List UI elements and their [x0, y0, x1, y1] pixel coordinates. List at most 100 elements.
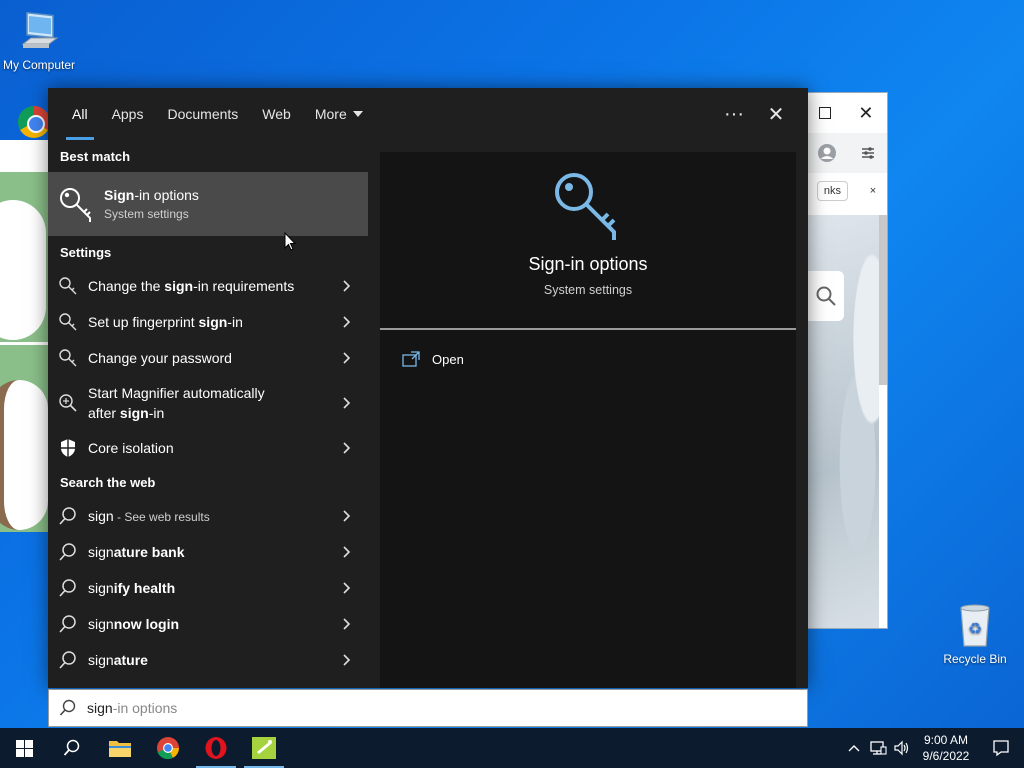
opera-button[interactable]: [192, 728, 240, 768]
svg-text:♻: ♻: [968, 619, 982, 638]
chevron-right-icon: [343, 442, 351, 454]
tab-all[interactable]: All: [60, 88, 100, 140]
chevron-right-icon: [343, 510, 351, 522]
network-icon: [870, 741, 887, 755]
search-autocomplete: -in options: [112, 700, 178, 716]
web-result-signnow-login[interactable]: signnow login: [48, 606, 368, 642]
search-web-heading: Search the web: [60, 474, 156, 490]
folder-icon: [109, 741, 131, 757]
web-result-signature[interactable]: signature: [48, 642, 368, 678]
customize-icon[interactable]: [860, 145, 876, 161]
network-button[interactable]: [866, 728, 890, 768]
close-icon: ✕: [767, 103, 785, 126]
volume-button[interactable]: [890, 728, 914, 768]
action-center-button[interactable]: [978, 728, 1024, 768]
opera-icon: [205, 737, 227, 759]
windows-icon: [15, 739, 33, 757]
key-icon: [60, 188, 91, 222]
key-icon: [59, 313, 77, 331]
results-list: Best match Sign-in options System settin…: [48, 140, 368, 688]
speaker-icon: [894, 740, 909, 756]
tab-documents[interactable]: Documents: [155, 88, 250, 140]
computer-icon: [21, 12, 59, 48]
chrome-button[interactable]: [144, 728, 192, 768]
magnifier-icon: [59, 394, 77, 412]
search-icon: [63, 739, 80, 756]
chevron-right-icon: [343, 280, 351, 292]
page-search-box[interactable]: [808, 271, 844, 321]
best-match-subtitle: System settings: [104, 207, 189, 221]
maximize-icon[interactable]: [819, 107, 832, 119]
background-art: [0, 380, 48, 530]
chevron-up-icon: [848, 745, 860, 752]
background-browser-window[interactable]: ✕ nks ×: [805, 92, 888, 629]
clock-time: 9:00 AM: [923, 733, 969, 747]
chrome-icon: [157, 737, 179, 760]
search-icon: [59, 507, 76, 525]
open-icon: [402, 351, 420, 367]
key-icon: [59, 277, 77, 295]
file-explorer-button[interactable]: [96, 728, 144, 768]
taskbar: 9:00 AM 9/6/2022: [0, 728, 1024, 768]
chevron-down-icon: [352, 111, 363, 117]
start-button[interactable]: [0, 728, 48, 768]
app-icon: [252, 737, 276, 759]
system-tray: 9:00 AM 9/6/2022: [842, 728, 1024, 768]
close-tab-icon[interactable]: ×: [870, 185, 876, 197]
app-button[interactable]: [240, 728, 288, 768]
windows-search-panel: All Apps Documents Web More ··· ✕ Best m…: [48, 88, 808, 688]
web-result-signify-health[interactable]: signify health: [48, 570, 368, 606]
best-match-item[interactable]: Sign-in options System settings: [48, 172, 368, 236]
profile-icon[interactable]: [817, 143, 837, 163]
key-icon: [555, 173, 616, 240]
recycle-bin-label: Recycle Bin: [943, 652, 1007, 666]
chevron-right-icon: [343, 654, 351, 666]
show-hidden-icons-button[interactable]: [842, 728, 866, 768]
desktop-icon-my-computer[interactable]: My Computer: [0, 10, 84, 72]
web-result-sign[interactable]: sign - See web results: [48, 498, 368, 534]
desktop-icon-recycle-bin[interactable]: ♻ Recycle Bin: [930, 604, 1020, 666]
preview-title: Sign-in options: [528, 254, 648, 274]
clock[interactable]: 9:00 AM 9/6/2022: [914, 732, 978, 764]
key-icon: [59, 349, 77, 367]
settings-item-start-magnifier[interactable]: Start Magnifier automatically after sign-…: [48, 376, 368, 430]
settings-item-change-sign-in-requirements[interactable]: Change the sign-in requirements: [48, 268, 368, 304]
search-input[interactable]: sign -in options: [48, 689, 808, 727]
settings-heading: Settings: [60, 244, 112, 260]
clock-date: 9/6/2022: [922, 749, 970, 763]
taskbar-search-button[interactable]: [48, 728, 96, 768]
bookmark-tab[interactable]: nks: [816, 181, 848, 201]
background-app-window[interactable]: [0, 106, 50, 532]
search-icon: [59, 579, 76, 597]
tab-more[interactable]: More: [303, 88, 375, 140]
web-result-signature-bank[interactable]: signature bank: [48, 534, 368, 570]
settings-item-fingerprint-sign-in[interactable]: Set up fingerprint sign-in: [48, 304, 368, 340]
search-icon: [816, 286, 836, 306]
chevron-right-icon: [343, 397, 351, 409]
open-label: Open: [432, 351, 464, 367]
best-match-heading: Best match: [60, 148, 131, 164]
tab-apps[interactable]: Apps: [100, 88, 156, 140]
search-icon: [59, 699, 76, 716]
chrome-icon: [18, 106, 50, 138]
scrollbar[interactable]: [879, 215, 887, 385]
tab-web[interactable]: Web: [250, 88, 303, 140]
search-icon: [59, 651, 76, 669]
search-tabs: All Apps Documents Web More ··· ✕: [48, 88, 808, 140]
open-action[interactable]: Open: [380, 330, 796, 388]
settings-item-change-password[interactable]: Change your password: [48, 340, 368, 376]
chevron-right-icon: [343, 546, 351, 558]
close-window-icon[interactable]: ✕: [858, 103, 873, 124]
search-icon: [59, 615, 76, 633]
close-search-button[interactable]: ✕: [758, 96, 794, 132]
chevron-right-icon: [343, 352, 351, 364]
search-query: sign: [87, 700, 113, 716]
preview-pane: Sign-in options System settings Open: [380, 152, 796, 688]
chevron-right-icon: [343, 618, 351, 630]
more-options-button[interactable]: ···: [716, 96, 752, 132]
search-icon: [59, 543, 76, 561]
my-computer-label: My Computer: [2, 58, 76, 72]
preview-subtitle: System settings: [543, 283, 633, 297]
recycle-bin-icon: ♻: [960, 604, 990, 647]
settings-item-core-isolation[interactable]: Core isolation: [48, 430, 368, 466]
